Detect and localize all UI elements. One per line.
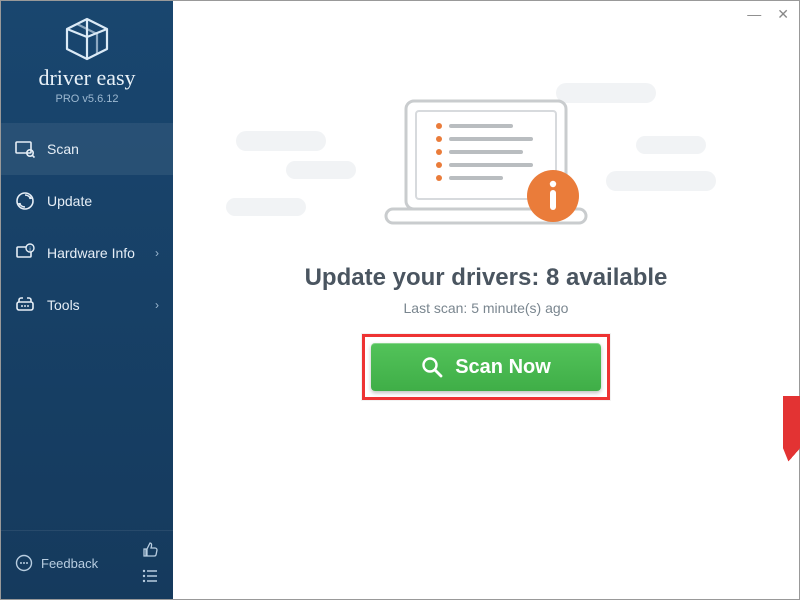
list-icon[interactable] (141, 567, 159, 585)
sidebar-item-label: Update (47, 193, 92, 209)
sidebar-item-scan[interactable]: Scan (1, 123, 173, 175)
sidebar-item-label: Scan (47, 141, 79, 157)
sidebar-nav: Scan Update i Hardware Info › Tools (1, 123, 173, 331)
tools-icon (15, 295, 35, 315)
chevron-right-icon: › (155, 246, 159, 260)
hardware-icon: i (15, 243, 35, 263)
feedback-icon (15, 554, 33, 572)
close-button[interactable]: ✕ (777, 7, 789, 21)
sidebar-item-label: Tools (47, 297, 80, 313)
sidebar-item-label: Hardware Info (47, 245, 135, 261)
logo-icon (62, 17, 112, 61)
sidebar-item-hardware[interactable]: i Hardware Info › (1, 227, 173, 279)
scan-highlight-box: Scan Now (362, 334, 610, 400)
svg-text:i: i (29, 247, 30, 253)
sidebar: driver easy PRO v5.6.12 Scan Update i (1, 1, 173, 599)
laptop-illustration (371, 91, 601, 246)
brand-name: driver easy (1, 65, 173, 91)
chevron-right-icon: › (155, 298, 159, 312)
headline: Update your drivers: 8 available (305, 264, 668, 292)
search-icon (421, 356, 443, 378)
minimize-button[interactable]: — (747, 7, 761, 21)
last-scan-text: Last scan: 5 minute(s) ago (404, 300, 569, 316)
update-icon (15, 191, 35, 211)
feedback-button[interactable]: Feedback (15, 554, 98, 572)
thumbs-up-icon[interactable] (141, 541, 159, 559)
scan-now-label: Scan Now (455, 356, 551, 379)
window-controls: — ✕ (747, 7, 789, 21)
scan-now-button[interactable]: Scan Now (371, 343, 601, 391)
main-area: — ✕ (173, 1, 799, 599)
sidebar-footer: Feedback (1, 530, 173, 599)
brand-version: PRO v5.6.12 (1, 93, 173, 105)
scan-icon (15, 139, 35, 159)
annotation-arrow (783, 396, 800, 516)
feedback-label: Feedback (41, 556, 98, 571)
logo-block: driver easy PRO v5.6.12 (1, 1, 173, 115)
app-window: driver easy PRO v5.6.12 Scan Update i (0, 0, 800, 600)
sidebar-item-tools[interactable]: Tools › (1, 279, 173, 331)
sidebar-item-update[interactable]: Update (1, 175, 173, 227)
